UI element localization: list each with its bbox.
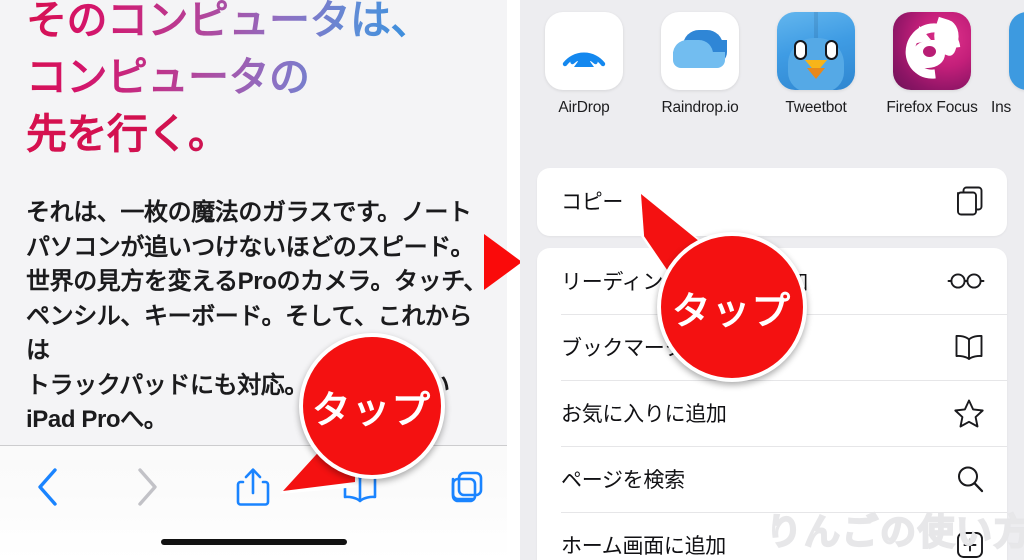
- tap-callout-share-button: タップ: [280, 327, 457, 494]
- share-button[interactable]: [226, 466, 280, 512]
- share-app-tweetbot[interactable]: Tweetbot: [758, 12, 874, 117]
- share-icon: [236, 466, 270, 513]
- headline-lines-12: そのコンピュータは、 コンピュータの: [26, 0, 431, 100]
- share-app-firefox-focus[interactable]: Firefox Focus: [874, 12, 990, 117]
- app-label: Ins: [991, 99, 1012, 116]
- app-label: Tweetbot: [785, 99, 847, 116]
- app-label: Firefox Focus: [886, 99, 978, 116]
- share-app-airdrop[interactable]: AirDrop: [526, 12, 642, 117]
- menu-item-find-on-page[interactable]: ページを検索: [537, 446, 1007, 512]
- callout-bubble: タップ: [657, 232, 807, 382]
- search-icon: [945, 464, 985, 494]
- menu-item-label: ホーム画面に追加: [561, 535, 726, 558]
- headline-line-3: 先を行く。: [26, 111, 229, 157]
- share-app-raindrop[interactable]: Raindrop.io: [642, 12, 758, 117]
- tap-callout-copy-row: タップ: [627, 190, 817, 382]
- back-button[interactable]: [20, 466, 74, 512]
- callout-text: タップ: [672, 290, 792, 333]
- forward-button[interactable]: [120, 466, 174, 512]
- airdrop-icon: [545, 12, 623, 90]
- play-triangle-icon: [484, 234, 522, 290]
- app-label: AirDrop: [558, 99, 610, 116]
- app-icon-partial: [1009, 12, 1024, 90]
- chevron-left-icon: [34, 466, 60, 513]
- copy-icon: [945, 185, 985, 217]
- menu-item-label: ページを検索: [561, 469, 685, 492]
- chevron-right-icon: [134, 466, 160, 513]
- menu-item-label: お気に入りに追加: [561, 403, 727, 426]
- star-icon: [945, 398, 985, 429]
- menu-item-add-favorite[interactable]: お気に入りに追加: [537, 380, 1007, 446]
- screenshot-stage: そのコンピュータは、 コンピュータの 先を行く。 それは、一枚の魔法のガラスです…: [0, 0, 1024, 560]
- tweetbot-bird-icon: [777, 12, 855, 90]
- menu-item-add-to-home[interactable]: ホーム画面に追加: [537, 512, 1007, 560]
- glasses-icon: [945, 269, 985, 293]
- callout-text: タップ: [312, 389, 432, 432]
- plus-square-icon: [945, 530, 985, 560]
- page-headline: そのコンピュータは、 コンピュータの 先を行く。: [26, 0, 496, 163]
- share-apps-row: AirDrop Raindrop.io Tweetbot Firefox Foc…: [520, 12, 1024, 140]
- book-icon: [945, 333, 985, 361]
- app-label: Raindrop.io: [661, 99, 739, 116]
- share-app-partial[interactable]: Ins: [990, 12, 1024, 117]
- home-indicator: [161, 539, 347, 545]
- firefox-focus-icon: [893, 12, 971, 90]
- raindrop-cloud-icon: [661, 12, 739, 90]
- callout-bubble: タップ: [299, 333, 445, 479]
